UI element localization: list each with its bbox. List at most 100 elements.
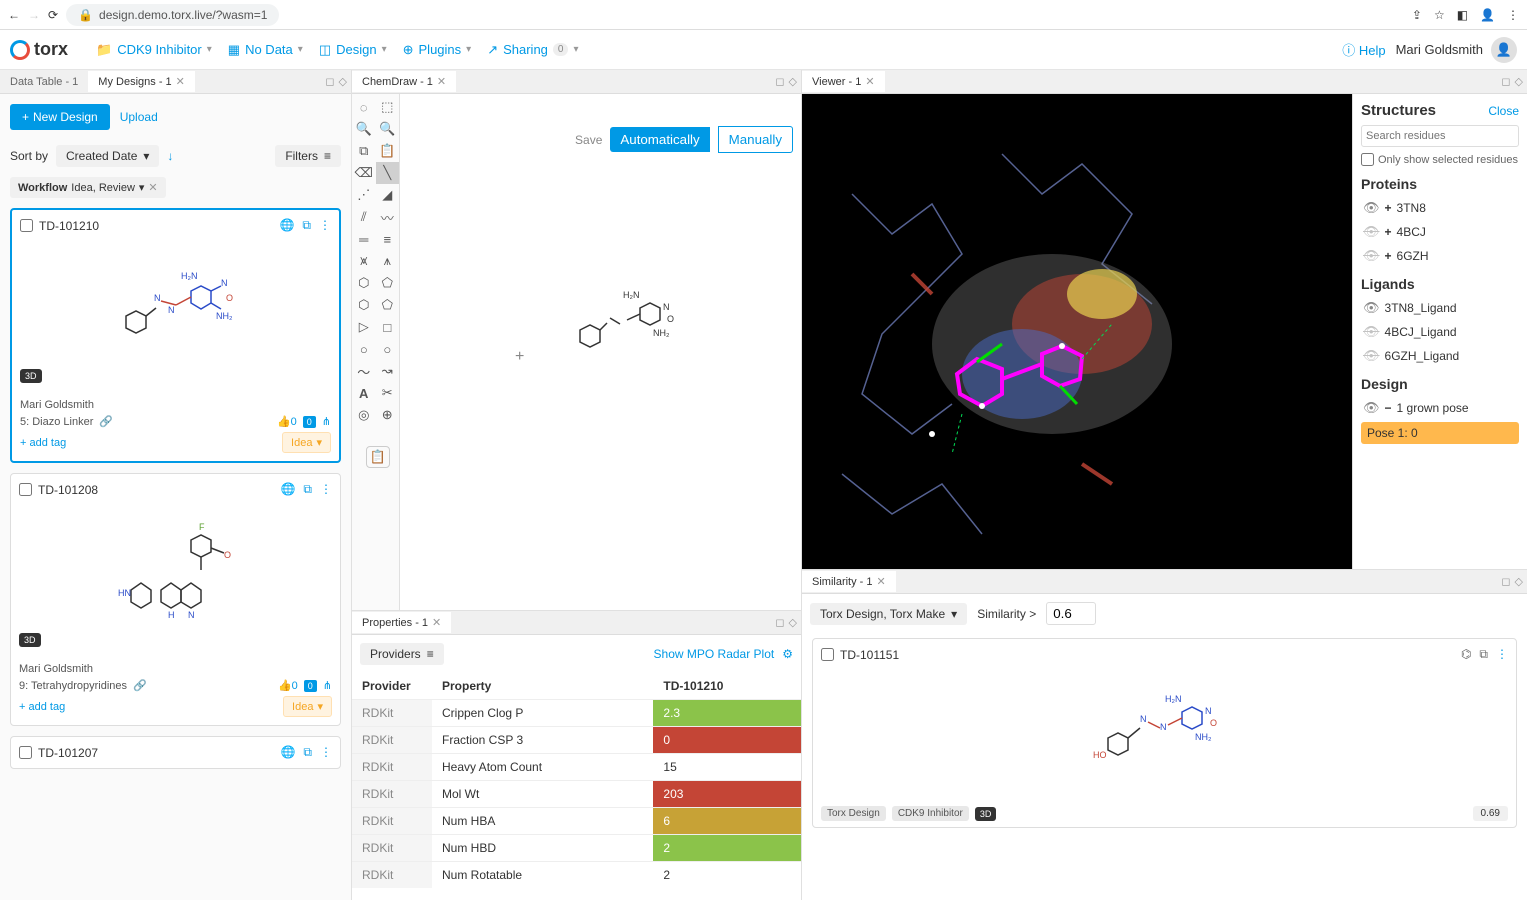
gear-icon[interactable]: ⚙	[782, 647, 793, 661]
triple-bond-tool[interactable]: ≡	[376, 228, 400, 250]
threshold-input[interactable]	[1046, 602, 1096, 625]
show-mpo-link[interactable]: Show MPO Radar Plot	[654, 647, 775, 661]
eye-icon[interactable]: 👁	[1363, 400, 1380, 416]
close-icon[interactable]: ✕	[432, 616, 441, 629]
design-card[interactable]: TD-101208 🌐 ⧉ ⋮ F O NH HN 3	[10, 473, 341, 726]
comment-icon[interactable]: 0	[303, 416, 316, 428]
similarity-source-dropdown[interactable]: Torx Design, Torx Make▾	[810, 603, 967, 625]
close-icon[interactable]: ✕	[865, 75, 874, 88]
hash-tool[interactable]: ⫽	[352, 206, 376, 228]
eye-icon[interactable]: 👁	[1363, 200, 1380, 216]
design-card[interactable]: TD-101210 🌐 ⧉ ⋮ H₂N N O NH₂ NN	[10, 208, 341, 463]
sortby-dropdown[interactable]: Created Date▾	[56, 145, 159, 167]
panel-icon[interactable]: ◧	[1457, 8, 1468, 22]
kebab-icon[interactable]: ⋮	[320, 745, 332, 760]
logo[interactable]: torx	[10, 39, 68, 60]
thumbs-up-icon[interactable]: 👍0	[278, 679, 298, 692]
clipboard-tool[interactable]: 📋	[366, 446, 390, 468]
copy-icon[interactable]: ⧉	[303, 482, 312, 497]
benzene-tool[interactable]: ⬡	[352, 272, 376, 294]
circle-tool[interactable]: ○	[352, 338, 376, 360]
window-icon[interactable]: ◻	[775, 75, 784, 88]
status-badge[interactable]: Idea▾	[282, 432, 331, 453]
paste-tool[interactable]: 📋	[376, 140, 400, 162]
protein-item[interactable]: 👁+3TN8	[1361, 196, 1519, 220]
user-menu[interactable]: Mari Goldsmith 👤	[1396, 37, 1517, 63]
copy-icon[interactable]: ⧉	[303, 745, 312, 760]
profile-icon[interactable]: 👤	[1480, 8, 1495, 22]
globe-icon[interactable]: 🌐	[280, 745, 295, 760]
dash-bond-tool[interactable]: ⋰	[352, 184, 376, 206]
thumbs-up-icon[interactable]: 👍0	[277, 415, 297, 428]
share-icon[interactable]: ⋔	[323, 679, 332, 692]
upload-link[interactable]: Upload	[120, 110, 158, 124]
square-tool[interactable]: □	[376, 316, 400, 338]
project-dropdown[interactable]: 📁CDK9 Inhibitor▾	[88, 37, 220, 63]
collapse-icon[interactable]: ◇	[339, 75, 347, 88]
card-checkbox[interactable]	[19, 483, 32, 496]
card-tag[interactable]: 9: Tetrahydropyridines	[19, 680, 127, 692]
card-checkbox[interactable]	[19, 746, 32, 759]
chain-tool[interactable]: ⩙	[352, 250, 376, 272]
card-checkbox[interactable]	[821, 648, 834, 661]
comment-icon[interactable]: 0	[304, 680, 317, 692]
grown-pose-item[interactable]: 👁−1 grown pose	[1361, 396, 1519, 420]
marquee-tool[interactable]: ⬚	[376, 96, 400, 118]
help-link[interactable]: ⓘ Help	[1342, 40, 1385, 59]
globe-icon[interactable]: 🌐	[279, 218, 294, 233]
window-icon[interactable]: ◻	[1501, 575, 1510, 588]
tab-similarity[interactable]: Similarity - 1✕	[802, 571, 896, 592]
kebab-icon[interactable]: ⋮	[320, 482, 332, 497]
data-dropdown[interactable]: ▦No Data▾	[220, 37, 311, 63]
designs-list[interactable]: TD-101210 🌐 ⧉ ⋮ H₂N N O NH₂ NN	[0, 203, 351, 900]
zoom-out-tool[interactable]: 🔍	[376, 118, 400, 140]
wave-tool[interactable]: 〜	[352, 360, 376, 382]
close-icon[interactable]: ✕	[176, 75, 185, 88]
eye-off-icon[interactable]: 👁	[1363, 348, 1380, 364]
eye-icon[interactable]: 👁	[1363, 300, 1380, 316]
add-tag-link[interactable]: + add tag	[19, 701, 65, 713]
collapse-icon[interactable]: ◇	[1515, 75, 1523, 88]
tab-properties[interactable]: Properties - 1✕	[352, 612, 451, 633]
similarity-result-card[interactable]: TD-101151 ⌬ ⧉ ⋮ H₂N N O NH₂ N N	[812, 638, 1517, 828]
double-bond-tool[interactable]: ═	[352, 228, 376, 250]
play-tool[interactable]: ▷	[352, 316, 376, 338]
bond-tool[interactable]: ╲	[376, 162, 400, 184]
new-design-button[interactable]: +New Design	[10, 104, 110, 130]
close-icon[interactable]: ✕	[148, 181, 157, 194]
workflow-filter-chip[interactable]: Workflow Idea, Review ▾ ✕	[10, 177, 166, 198]
wedge-tool[interactable]: ◢	[376, 184, 400, 206]
target-tool[interactable]: ◎	[352, 404, 376, 426]
cyclopentane-tool[interactable]: ⬠	[376, 272, 400, 294]
add-tag-link[interactable]: + add tag	[20, 437, 66, 449]
auto-save-button[interactable]: Automatically	[610, 127, 709, 152]
card-tag[interactable]: 5: Diazo Linker	[20, 416, 93, 428]
share-icon[interactable]: ⇪	[1412, 8, 1422, 22]
share-icon[interactable]: ⋔	[322, 415, 331, 428]
copy-icon[interactable]: ⧉	[1479, 647, 1488, 662]
tab-my-designs[interactable]: My Designs - 1✕	[88, 71, 195, 92]
window-icon[interactable]: ◻	[1501, 75, 1510, 88]
manual-save-button[interactable]: Manually	[718, 126, 793, 153]
search-residues-input[interactable]	[1361, 125, 1519, 147]
design-card[interactable]: TD-101207 🌐 ⧉ ⋮	[10, 736, 341, 769]
design-dropdown[interactable]: ◫Design▾	[311, 37, 395, 63]
card-checkbox[interactable]	[20, 219, 33, 232]
url-bar[interactable]: 🔒 design.demo.torx.live/?wasm=1	[66, 4, 279, 26]
chain2-tool[interactable]: ⩚	[376, 250, 400, 272]
close-link[interactable]: Close	[1488, 104, 1519, 118]
eye-off-icon[interactable]: 👁	[1363, 324, 1380, 340]
collapse-icon[interactable]: ◇	[1515, 575, 1523, 588]
copy-tool[interactable]: ⧉	[352, 140, 376, 162]
plus-tool[interactable]: ⊕	[376, 404, 400, 426]
zoom-in-tool[interactable]: 🔍	[352, 118, 376, 140]
structure-icon[interactable]: ⌬	[1461, 647, 1471, 662]
ligand-item[interactable]: 👁6GZH_Ligand	[1361, 344, 1519, 368]
protein-item[interactable]: 👁+4BCJ	[1361, 220, 1519, 244]
eye-off-icon[interactable]: 👁	[1363, 248, 1380, 264]
tab-data-table[interactable]: Data Table - 1	[0, 72, 88, 92]
tab-viewer[interactable]: Viewer - 1✕	[802, 71, 885, 92]
star-icon[interactable]: ☆	[1434, 8, 1445, 22]
text-tool[interactable]: A	[352, 382, 376, 404]
ligand-item[interactable]: 👁3TN8_Ligand	[1361, 296, 1519, 320]
